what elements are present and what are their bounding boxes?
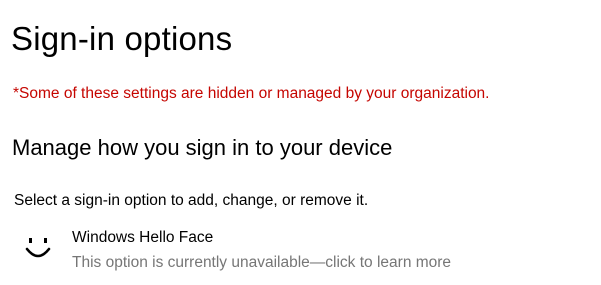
section-heading: Manage how you sign in to your device — [12, 135, 393, 160]
sign-in-options-page: Sign-in options *Some of these settings … — [0, 0, 601, 285]
option-title: Windows Hello Face — [72, 229, 214, 246]
option-status-link[interactable]: This option is currently unavailable—cli… — [72, 253, 451, 273]
managed-warning: *Some of these settings are hidden or ma… — [13, 85, 490, 102]
section-description: Select a sign-in option to add, change, … — [14, 192, 369, 209]
page-title: Sign-in options — [11, 20, 233, 57]
smiley-face-icon — [24, 234, 52, 262]
windows-hello-face-option[interactable]: Windows Hello Face This option is curren… — [20, 226, 580, 276]
